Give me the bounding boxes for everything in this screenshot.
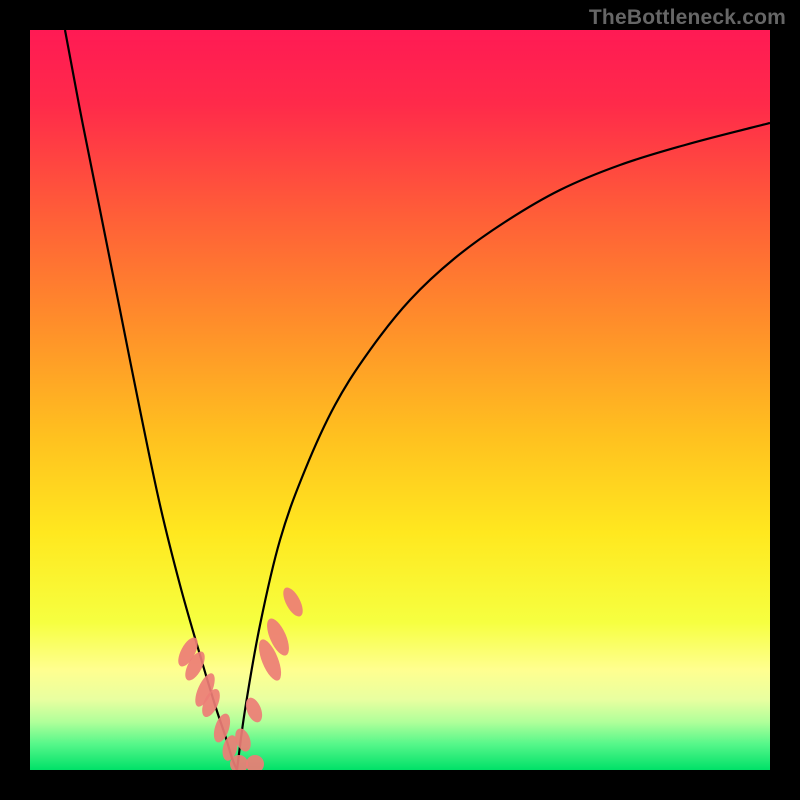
marker-group xyxy=(174,585,306,770)
curve-right-branch xyxy=(237,123,770,770)
curve-layer xyxy=(30,30,770,770)
curve-marker xyxy=(246,755,264,770)
chart-stage: TheBottleneck.com xyxy=(0,0,800,800)
plot-area xyxy=(30,30,770,770)
curve-marker xyxy=(279,585,306,620)
curve-left-branch xyxy=(65,30,237,770)
watermark-text: TheBottleneck.com xyxy=(589,6,786,30)
